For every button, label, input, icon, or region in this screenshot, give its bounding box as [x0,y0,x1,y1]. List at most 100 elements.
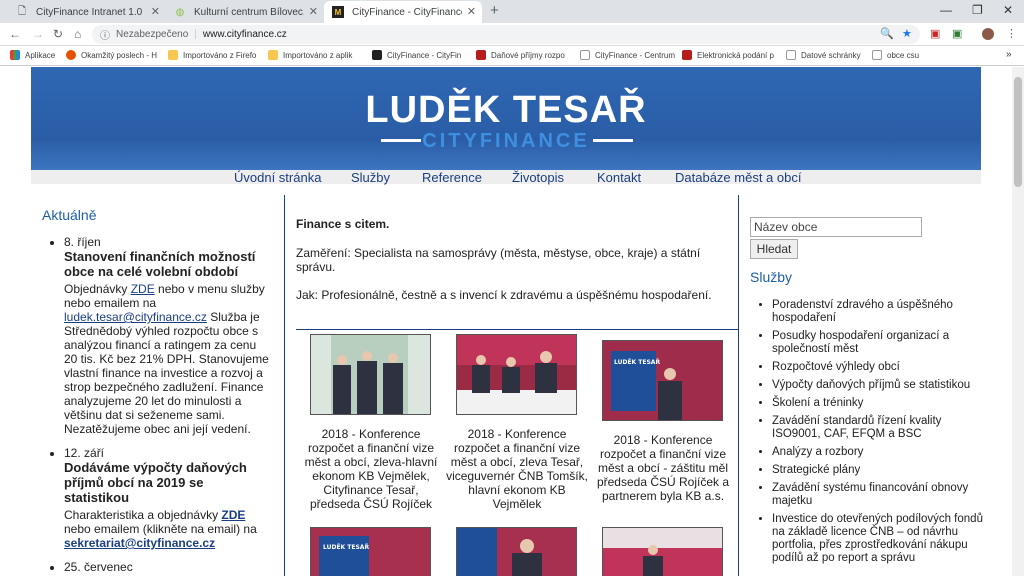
intro-section: Finance s citem. Zaměření: Specialista n… [296,217,736,316]
conference-photo[interactable]: LUDĚK TESAŘ [310,527,431,576]
address-bar[interactable]: ⓘ Nezabezpečeno | www.cityfinance.cz [92,25,920,44]
scrollbar-thumb[interactable] [1014,77,1022,187]
search-button[interactable]: Hledat [750,239,798,259]
conference-photo[interactable] [456,527,577,576]
more-bookmarks-icon[interactable]: » [1006,49,1012,60]
service-item[interactable]: Zavádění systému financování obnovy maje… [772,482,990,508]
news-list: 8. říjen Stanovení finančních možností o… [54,235,272,574]
bookmark-label: Importováno z Firefo [183,50,257,60]
news-item: 8. říjen Stanovení finančních možností o… [64,235,272,436]
bookmark-item[interactable]: Daňové příjmy rozpo [476,50,572,60]
close-icon[interactable]: ✕ [467,5,476,18]
reload-icon[interactable]: ↻ [53,27,63,41]
page-icon [786,50,796,60]
service-item[interactable]: Rozpočtové výhledy obcí [772,361,990,374]
conference-photo[interactable] [310,334,431,415]
url-text: www.cityfinance.cz [202,29,287,40]
maximize-icon[interactable]: ❐ [972,3,983,17]
extension-shield-icon[interactable]: ▣ [952,27,962,40]
extension-pdf-icon[interactable]: ▣ [930,27,940,40]
bookmark-label: Importováno z aplik [283,50,353,60]
tab-strip: 🗋 CityFinance Intranet 1.0 ✕ ◍ Kulturní … [0,0,1024,23]
news-body: Charakteristika a objednávky ZDE nebo em… [64,508,272,550]
scrollbar[interactable] [1012,67,1024,576]
news-item: 12. září Dodáváme výpočty daňových příjm… [64,446,272,550]
bookmark-item[interactable]: Elektronická podání p [682,50,782,60]
menu-reference[interactable]: Reference [422,170,482,185]
page-icon [872,50,882,60]
menu-zivotopis[interactable]: Životopis [512,170,564,185]
service-item[interactable]: Poradenství zdravého a úspěšného hospoda… [772,299,990,325]
menu-databaze[interactable]: Databáze měst a obcí [675,170,801,185]
bookmark-star-icon[interactable]: ★ [902,27,912,40]
tab-cityfinance[interactable]: M CityFinance - CityFinance - Progra ✕ [324,1,482,23]
cf-icon: M [332,6,344,18]
browser-toolbar: ← → ↻ ⌂ ⓘ Nezabezpečeno | www.cityfinanc… [0,23,1024,46]
home-icon[interactable]: ⌂ [74,27,81,41]
zoom-icon[interactable]: 🔍 [880,27,894,40]
news-headline: Stanovení finančních možností obce na ce… [64,249,256,279]
order-link[interactable]: ZDE [221,508,245,522]
panel-image [457,335,576,414]
service-item[interactable]: Analýzy a rozbory [772,446,990,459]
service-item[interactable]: Zavádění standardů řízení kvality ISO900… [772,415,990,441]
services-heading: Služby [750,269,793,285]
bookmark-apps[interactable]: Aplikace [10,50,60,60]
menu-uvodni-stranka[interactable]: Úvodní stránka [234,170,321,185]
people-image [311,335,430,414]
info-icon[interactable]: ⓘ [100,27,110,42]
conference-photo[interactable] [456,334,577,415]
menu-kontakt[interactable]: Kontakt [597,170,641,185]
bookmark-label: Aplikace [25,50,56,60]
bookmark-item[interactable]: Importováno z aplik [268,50,364,60]
column-divider-left [284,195,285,576]
photo-caption: 2018 - Konference rozpočet a finanční vi… [596,433,730,503]
tab-title: Kulturní centrum Bílovec, příspěvková or… [194,6,304,18]
new-tab-button[interactable]: + [490,2,499,19]
service-item[interactable]: Posudky hospodaření organizací a společn… [772,330,990,356]
bookmark-item[interactable]: CityFinance - Centrum [580,50,676,60]
page-viewport: LUDĚK TESAŘ CITYFINANCE Úvodní stránka S… [0,67,1012,576]
bookmark-label: Elektronická podání p [697,50,774,60]
menu-sluzby[interactable]: Služby [351,170,390,185]
intro-focus: Zaměření: Specialista na samosprávy (měs… [296,246,701,274]
conference-photo[interactable] [602,527,723,576]
page-icon [580,50,590,60]
bookmark-item[interactable]: Datové schránky [786,50,866,60]
order-link[interactable]: ZDE [131,282,155,296]
news-date: 8. říjen [64,235,101,249]
tab-title: CityFinance - CityFinance - Progra [352,6,462,18]
service-item[interactable]: Strategické plány [772,464,990,477]
bookmark-item[interactable]: CityFinance - CityFin [372,50,468,60]
news-text: nebo emailem (klikněte na email) na [64,522,257,536]
service-item[interactable]: Výpočty daňových příjmů se statistikou [772,379,990,392]
service-item[interactable]: Investice do otevřených podílových fondů… [772,513,990,565]
menu-dots-icon[interactable]: ⋮ [1006,27,1017,40]
close-icon[interactable]: ✕ [309,5,318,18]
forward-icon[interactable]: → [32,27,44,41]
tab-cityfinance-intranet[interactable]: 🗋 CityFinance Intranet 1.0 ✕ [8,1,166,23]
news-heading: Aktuálně [42,207,97,223]
avatar[interactable] [982,28,994,40]
radio-icon [66,50,76,60]
city-search-input[interactable]: Název obce [750,217,922,237]
tab-kulturni-centrum[interactable]: ◍ Kulturní centrum Bílovec, příspěvková … [166,1,324,23]
back-icon[interactable]: ← [9,27,21,41]
column-divider-right [738,195,739,576]
news-date: 12. září [64,446,105,460]
email-link[interactable]: ludek.tesar@cityfinance.cz [64,310,207,324]
bookmark-item[interactable]: obce csu [872,50,932,60]
email-link[interactable]: sekretariat@cityfinance.cz [64,536,215,550]
close-window-icon[interactable]: ✕ [1003,3,1013,17]
news-text: Objednávky [64,282,131,296]
logo-subtitle: CITYFINANCE [422,130,590,152]
close-icon[interactable]: ✕ [151,5,160,18]
service-item[interactable]: Školení a tréninky [772,397,990,410]
minimize-icon[interactable]: — [940,3,952,17]
bookmark-item[interactable]: Importováno z Firefo [168,50,264,60]
svg-text:LUDĚK TESAŘ: LUDĚK TESAŘ [614,358,660,366]
folder-icon [268,50,278,60]
bookmark-item[interactable]: Okamžitý poslech - H [66,50,162,60]
conference-photo[interactable]: LUDĚK TESAŘ [602,340,723,421]
right-sidebar: Název obce Hledat Služby Poradenství zdr… [750,217,990,570]
